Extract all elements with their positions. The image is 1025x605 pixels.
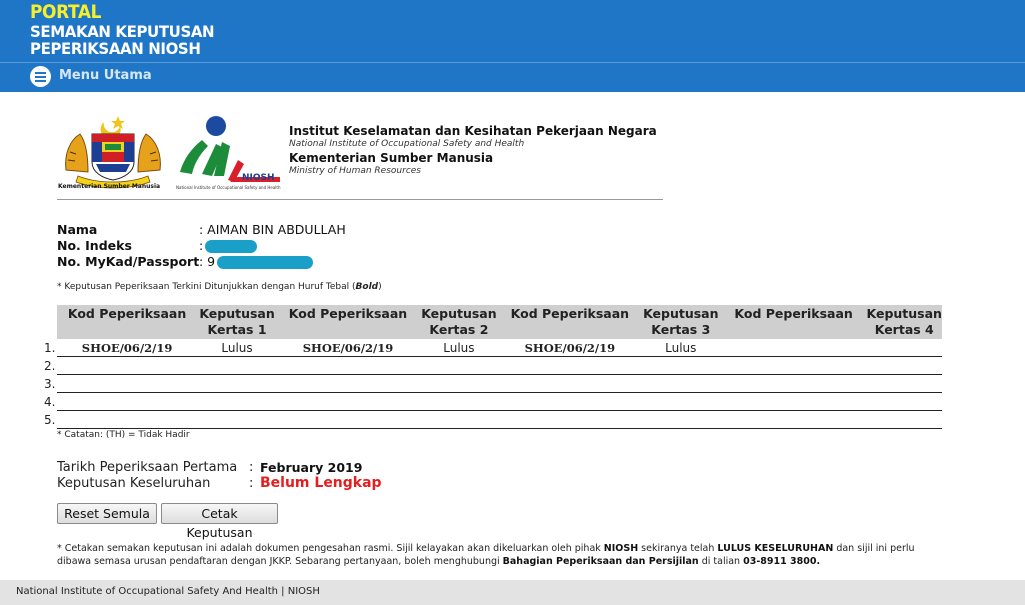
absent-note: * Catatan: (TH) = Tidak Hadir — [57, 430, 190, 440]
exam-code-cell — [720, 374, 867, 393]
index-value-row: : — [199, 238, 258, 253]
mykad-value-row: : 9 — [199, 254, 314, 269]
exam-code-cell — [57, 356, 198, 375]
result-cell — [640, 374, 721, 393]
menu-divider — [0, 62, 1025, 63]
column-header: Keputusan Kertas 2 — [419, 305, 499, 339]
site-footer: National Institute of Occupational Safet… — [0, 580, 1025, 605]
mykad-value: : 9 — [199, 254, 216, 269]
row-number: 3. — [44, 377, 56, 391]
result-cell — [640, 392, 721, 411]
overall-result-colon: : — [249, 476, 254, 491]
column-header: Kod Peperiksaan — [276, 305, 419, 339]
row-number: 4. — [44, 395, 56, 409]
results-table: Kod Peperiksaan Keputusan Kertas 1 Kod P… — [57, 305, 942, 429]
ministry-crest-logo — [65, 116, 161, 189]
index-value: : — [199, 238, 204, 253]
exam-code-cell — [720, 410, 867, 429]
result-cell — [866, 339, 942, 357]
result-cell: Lulus — [197, 339, 277, 357]
column-header: Keputusan Kertas 4 — [866, 305, 942, 339]
result-cell — [419, 410, 499, 429]
row-number: 5. — [44, 413, 56, 427]
exam-code-cell — [276, 392, 419, 411]
result-cell — [197, 356, 277, 375]
table-row — [57, 356, 942, 375]
result-cell — [866, 374, 942, 393]
exam-code-cell — [276, 374, 419, 393]
main-menu-link[interactable]: Menu Utama — [59, 68, 152, 83]
result-cell — [419, 392, 499, 411]
reset-button[interactable]: Reset Semula — [57, 503, 157, 524]
institute-name-ms: Institut Keselamatan dan Kesihatan Peker… — [289, 124, 657, 138]
index-redaction — [205, 240, 258, 253]
result-cell — [197, 392, 277, 411]
result-cell — [419, 374, 499, 393]
table-row — [57, 410, 942, 429]
niosh-logo-text: NIOSH — [242, 173, 275, 183]
menu-hamburger-icon[interactable] — [30, 66, 51, 87]
exam-code-cell — [276, 356, 419, 375]
exam-code-cell — [498, 392, 641, 411]
exam-code-cell — [498, 356, 641, 375]
niosh-logo-caption: National Institute of Occupational Safet… — [176, 185, 281, 190]
result-cell — [866, 392, 942, 411]
table-row — [57, 392, 942, 411]
index-label: No. Indeks — [57, 238, 132, 253]
column-header: Kod Peperiksaan — [498, 305, 641, 339]
mykad-redaction — [217, 256, 314, 269]
exam-code-cell — [276, 410, 419, 429]
result-cell — [197, 410, 277, 429]
exam-code-cell — [720, 356, 867, 375]
certificate-notice: * Cetakan semakan keputusan ini adalah d… — [57, 543, 915, 567]
table-row — [57, 374, 942, 393]
exam-code-cell — [720, 339, 867, 357]
table-row: SHOE/06/2/19 Lulus SHOE/06/2/19 Lulus SHOE/0… — [57, 339, 942, 357]
result-cell — [640, 356, 721, 375]
result-cell: Lulus — [419, 339, 499, 357]
ministry-name-en: Ministry of Human Resources — [289, 166, 421, 176]
site-header: PORTAL SEMAKAN KEPUTUSAN PEPERIKSAAN NIO… — [0, 0, 1025, 92]
first-exam-date-value: February 2019 — [260, 460, 363, 475]
result-cell — [866, 410, 942, 429]
row-number: 1. — [44, 341, 56, 355]
institute-block: Institut Keselamatan dan Kesihatan Peker… — [289, 124, 657, 178]
mykad-label: No. MyKad/Passport — [57, 254, 200, 269]
overall-result-label: Keputusan Keseluruhan — [57, 476, 211, 491]
column-header: Kod Peperiksaan — [57, 305, 198, 339]
exam-code-cell — [57, 392, 198, 411]
exam-code-cell — [720, 392, 867, 411]
exam-code-cell: SHOE/06/2/19 — [498, 339, 641, 357]
exam-code-cell — [57, 410, 198, 429]
column-header: Keputusan Kertas 3 — [640, 305, 721, 339]
table-header-row: Kod Peperiksaan Keputusan Kertas 1 Kod P… — [57, 305, 942, 339]
column-header: Kod Peperiksaan — [720, 305, 867, 339]
exam-code-cell — [498, 374, 641, 393]
portal-label: PORTAL — [30, 1, 102, 24]
exam-code-cell: SHOE/06/2/19 — [276, 339, 419, 357]
result-cell — [197, 374, 277, 393]
result-cell: Lulus — [640, 339, 721, 357]
first-exam-date-label: Tarikh Peperiksaan Pertama — [57, 460, 238, 475]
first-exam-date-colon: : — [249, 460, 254, 475]
name-label: Nama — [57, 222, 98, 237]
print-result-button[interactable]: Cetak Keputusan — [161, 503, 278, 540]
footer-text: National Institute of Occupational Safet… — [16, 586, 320, 597]
result-cell — [866, 356, 942, 375]
result-cell — [419, 356, 499, 375]
row-number: 2. — [44, 359, 56, 373]
bold-result-note: * Keputusan Peperiksaan Terkini Ditunjuk… — [57, 282, 382, 292]
name-value: : AIMAN BIN ABDULLAH — [199, 222, 346, 237]
ministry-name-ms: Kementerian Sumber Manusia — [289, 151, 494, 165]
crest-caption: Kementerian Sumber Manusia — [58, 183, 161, 190]
site-title-line2: PEPERIKSAAN NIOSH — [30, 38, 201, 59]
header-divider — [57, 199, 663, 200]
institute-name-en: National Institute of Occupational Safet… — [289, 139, 525, 149]
overall-result-value: Belum Lengkap — [260, 475, 382, 491]
exam-code-cell — [57, 374, 198, 393]
result-cell — [640, 410, 721, 429]
exam-code-cell: SHOE/06/2/19 — [57, 339, 198, 357]
column-header: Keputusan Kertas 1 — [197, 305, 277, 339]
exam-code-cell — [498, 410, 641, 429]
